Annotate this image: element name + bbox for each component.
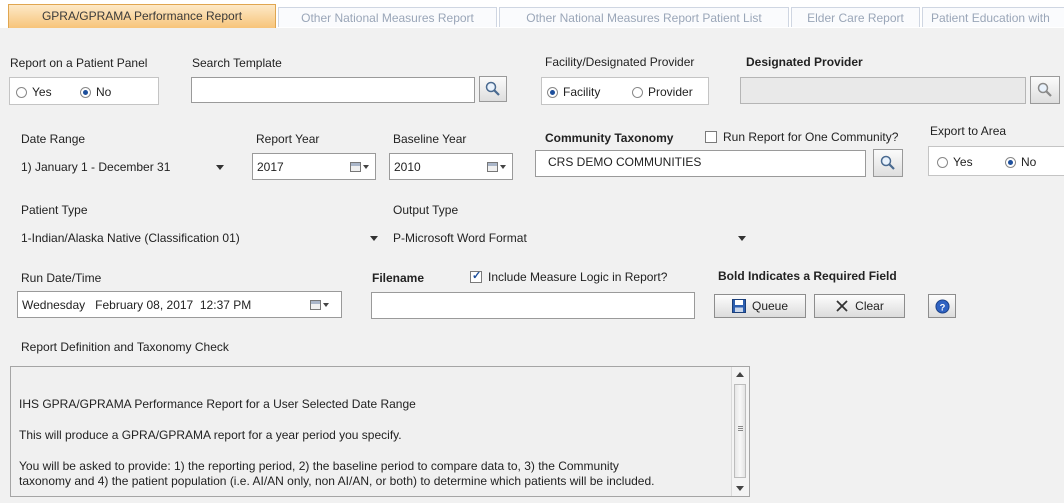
output-type-dropdown-icon[interactable]: [738, 236, 746, 241]
magnifier-icon: [1037, 82, 1052, 97]
provider-radio[interactable]: Provider: [632, 85, 693, 99]
definition-line: taxonomy and 4) the patient population (…: [19, 474, 655, 488]
facility-provider-group: Facility Provider: [541, 77, 709, 105]
patient-panel-yes-radio[interactable]: Yes: [16, 85, 52, 99]
radio-circle-selected: [1005, 156, 1016, 168]
scroll-up-arrow-icon[interactable]: [736, 372, 744, 377]
magnifier-icon: [485, 81, 500, 96]
date-range-dropdown-icon[interactable]: [216, 165, 224, 170]
calendar-icon[interactable]: [487, 162, 506, 172]
run-datetime-label: Run Date/Time: [21, 271, 102, 285]
report-definition-label: Report Definition and Taxonomy Check: [21, 340, 229, 354]
scroll-down-arrow-icon[interactable]: [736, 486, 744, 491]
patient-type-select[interactable]: 1-Indian/Alaska Native (Classification 0…: [21, 230, 240, 246]
export-area-yes-radio[interactable]: Yes: [937, 155, 973, 169]
tab-gpra-performance-report[interactable]: GPRA/GPRAMA Performance Report: [8, 4, 276, 28]
floppy-disk-icon: [731, 299, 746, 313]
report-definition-textarea[interactable]: IHS GPRA/GPRAMA Performance Report for a…: [10, 366, 750, 497]
vertical-scrollbar[interactable]: [731, 367, 749, 496]
patient-type-label: Patient Type: [21, 203, 88, 217]
run-datetime-picker[interactable]: Wednesday February 08, 2017 12:37 PM: [17, 291, 342, 318]
patient-panel-group: Yes No: [9, 77, 159, 105]
calendar-icon[interactable]: [350, 162, 369, 172]
checkbox-box: [705, 131, 717, 143]
community-taxonomy-input[interactable]: CRS DEMO COMMUNITIES: [535, 150, 866, 177]
definition-line: This will produce a GPRA/GPRAMA report f…: [19, 428, 402, 442]
report-year-label: Report Year: [256, 132, 320, 146]
patient-panel-no-radio[interactable]: No: [80, 85, 111, 99]
search-template-input[interactable]: [191, 77, 475, 103]
one-community-checkbox[interactable]: Run Report for One Community?: [705, 130, 898, 144]
designated-provider-search-button[interactable]: [1030, 76, 1060, 104]
checkbox-box-checked: [470, 269, 482, 283]
radio-circle: [632, 86, 643, 98]
export-area-label: Export to Area: [930, 124, 1007, 138]
clear-button[interactable]: Clear: [814, 294, 905, 318]
facility-radio[interactable]: Facility: [547, 85, 600, 99]
community-taxonomy-label: Community Taxonomy: [545, 131, 674, 145]
baseline-year-picker[interactable]: 2010: [389, 153, 513, 180]
filename-input[interactable]: [371, 292, 695, 319]
scroll-thumb[interactable]: [734, 384, 746, 478]
tab-elder-care-report[interactable]: Elder Care Report: [791, 7, 920, 27]
search-template-button[interactable]: [479, 76, 507, 102]
baseline-year-value: 2010: [394, 160, 421, 174]
report-year-value: 2017: [257, 160, 284, 174]
output-type-select[interactable]: P-Microsoft Word Format: [393, 230, 527, 246]
export-area-no-radio[interactable]: No: [1005, 155, 1036, 169]
filename-label: Filename: [372, 271, 425, 285]
output-type-label: Output Type: [393, 203, 459, 217]
patient-panel-label: Report on a Patient Panel: [10, 56, 148, 70]
tab-patient-education[interactable]: Patient Education with: [922, 7, 1064, 27]
definition-line: You will be asked to provide: 1) the rep…: [19, 459, 619, 473]
community-taxonomy-search-button[interactable]: [873, 149, 903, 177]
tab-strip: GPRA/GPRAMA Performance Report Other Nat…: [0, 0, 1064, 29]
date-range-label: Date Range: [21, 132, 86, 146]
svg-text:?: ?: [939, 302, 945, 312]
radio-circle-selected: [547, 86, 558, 98]
radio-circle: [16, 86, 27, 98]
radio-circle-selected: [80, 86, 91, 98]
include-logic-checkbox[interactable]: Include Measure Logic in Report?: [470, 269, 667, 284]
baseline-year-label: Baseline Year: [393, 132, 467, 146]
required-field-note: Bold Indicates a Required Field: [718, 269, 897, 283]
help-icon: ?: [934, 298, 950, 314]
magnifier-icon: [880, 155, 895, 170]
date-range-select[interactable]: 1) January 1 - December 31: [21, 159, 170, 175]
run-datetime-value: Wednesday February 08, 2017 12:37 PM: [22, 298, 252, 312]
designated-provider-label: Designated Provider: [746, 55, 863, 69]
tab-other-national-measures-report[interactable]: Other National Measures Report: [278, 7, 497, 27]
queue-button[interactable]: Queue: [714, 294, 806, 318]
designated-provider-input[interactable]: [740, 77, 1026, 104]
radio-circle: [937, 156, 948, 168]
patient-type-dropdown-icon[interactable]: [370, 236, 378, 241]
facility-provider-label: Facility/Designated Provider: [545, 55, 695, 69]
tab-other-national-measures-patient-list[interactable]: Other National Measures Report Patient L…: [499, 7, 789, 27]
search-template-label: Search Template: [192, 56, 282, 70]
report-year-picker[interactable]: 2017: [252, 153, 376, 180]
definition-line: IHS GPRA/GPRAMA Performance Report for a…: [19, 397, 416, 411]
x-icon: [836, 300, 848, 312]
calendar-icon[interactable]: [310, 300, 329, 310]
help-button[interactable]: ?: [928, 294, 956, 318]
export-area-group: Yes No: [928, 146, 1064, 176]
